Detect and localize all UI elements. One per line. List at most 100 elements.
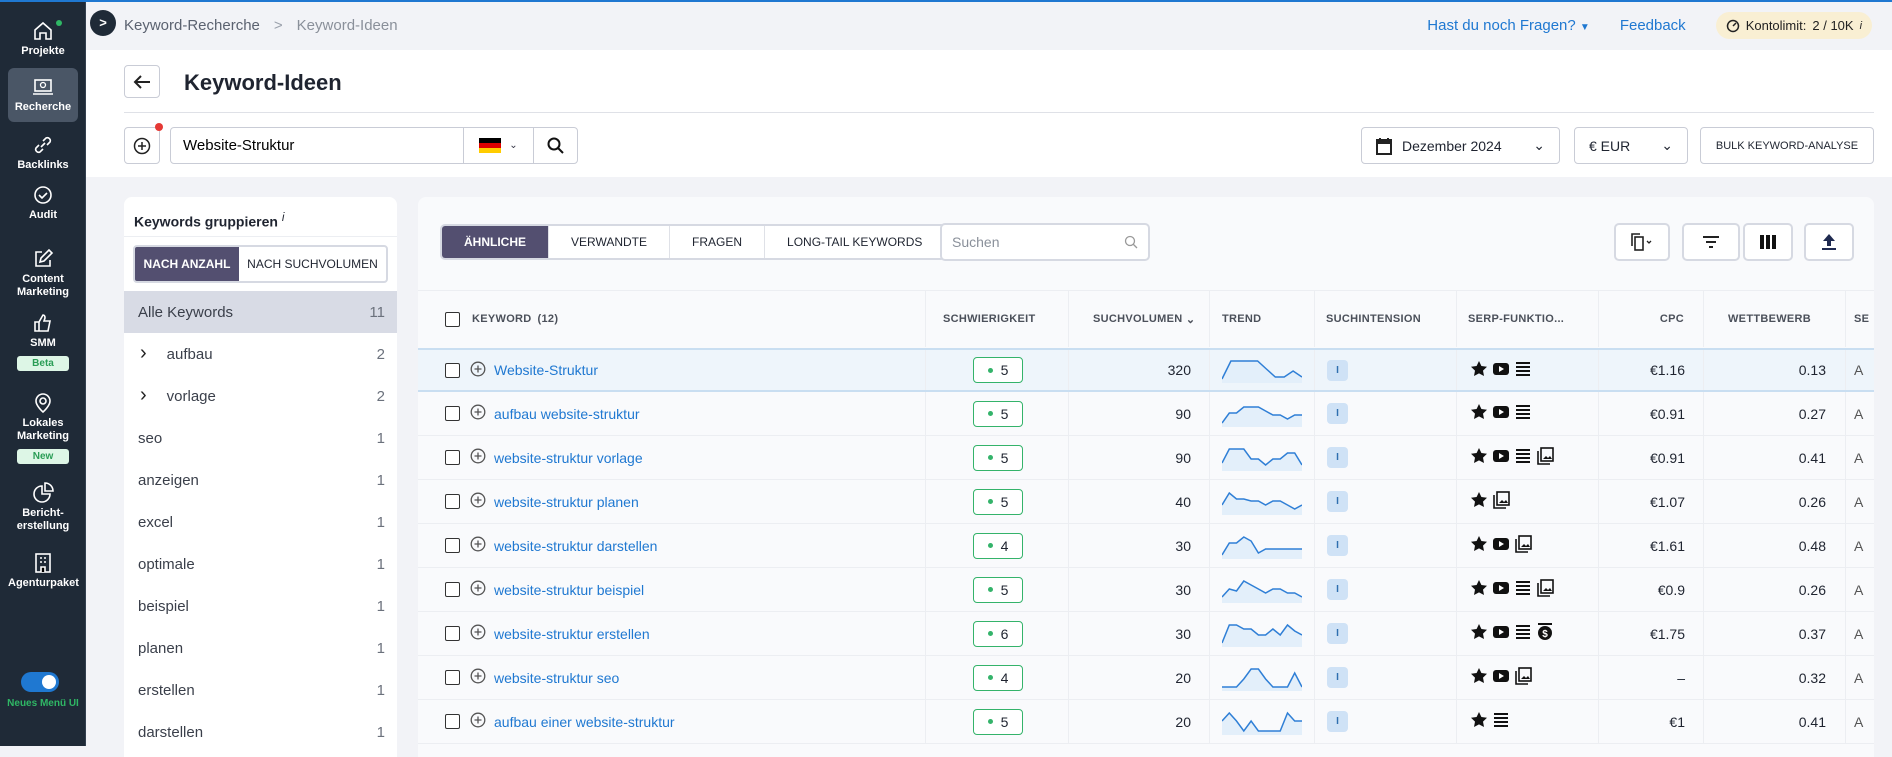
- keyword-link[interactable]: aufbau einer website-struktur: [494, 714, 675, 730]
- group-item[interactable]: erstellen 1: [124, 669, 397, 711]
- nav-item-backlinks[interactable]: Backlinks: [8, 130, 78, 176]
- keyword-link[interactable]: website-struktur darstellen: [494, 538, 657, 554]
- table-row[interactable]: website-struktur erstellen 6 30 I $ €1.75 0.37…: [418, 612, 1874, 656]
- help-dropdown[interactable]: Hast du noch Fragen? ▼: [1427, 17, 1590, 34]
- filter-button[interactable]: [1682, 223, 1740, 261]
- currency-value: € EUR: [1589, 137, 1631, 154]
- keyword-link[interactable]: website-struktur vorlage: [494, 450, 643, 466]
- table-search-field[interactable]: Suchen: [940, 223, 1150, 261]
- expand-sidebar-button[interactable]: >: [90, 10, 116, 36]
- table-row[interactable]: website-struktur seo 4 20 I – 0.32 A: [418, 656, 1874, 700]
- add-keyword-icon[interactable]: [470, 668, 486, 687]
- nav-item-recherche[interactable]: Recherche: [8, 68, 78, 122]
- row-checkbox[interactable]: [445, 494, 460, 509]
- nav-item-lokales-marketing[interactable]: Lokales Marketing New: [8, 388, 78, 468]
- nav-item-agenturpaket[interactable]: Agenturpaket: [8, 548, 79, 594]
- date-select[interactable]: Dezember 2024 ⌄: [1361, 127, 1560, 164]
- columns-button[interactable]: [1743, 223, 1793, 261]
- video-icon: [1492, 579, 1510, 600]
- table-row[interactable]: Website-Struktur 5 320 I €1.16 0.13 A: [418, 348, 1874, 392]
- group-item[interactable]: beispiel 1: [124, 585, 397, 627]
- trend-area: [1222, 580, 1302, 603]
- column-more[interactable]: SE: [1854, 291, 1869, 347]
- group-item[interactable]: optimale 1: [124, 543, 397, 585]
- table-row[interactable]: website-struktur planen 5 40 I €1.07 0.26 A: [418, 480, 1874, 524]
- nav-item-content-marketing[interactable]: Content Marketing: [8, 244, 78, 303]
- new-menu-toggle[interactable]: [21, 672, 59, 692]
- nav-item-smm[interactable]: SMM Beta: [8, 308, 78, 375]
- table-row[interactable]: aufbau website-struktur 5 90 I €0.91 0.27 A: [418, 392, 1874, 436]
- add-keyword-icon[interactable]: [470, 361, 486, 380]
- tab--hnliche[interactable]: ÄHNLICHE: [442, 226, 548, 258]
- select-all-checkbox[interactable]: [445, 311, 460, 327]
- add-keyword-icon[interactable]: [470, 404, 486, 423]
- table-row[interactable]: aufbau einer website-struktur 5 20 I €1 0.41 A: [418, 700, 1874, 744]
- add-keyword-icon[interactable]: [470, 492, 486, 511]
- table-row[interactable]: website-struktur beispiel 5 30 I €0.9 0.26 A: [418, 568, 1874, 612]
- row-checkbox[interactable]: [445, 626, 460, 641]
- add-keyword-button[interactable]: [124, 123, 163, 164]
- add-keyword-icon[interactable]: [470, 624, 486, 643]
- tab-fragen[interactable]: FRAGEN: [669, 226, 764, 258]
- row-checkbox[interactable]: [445, 670, 460, 685]
- column-keyword[interactable]: KEYWORD: [472, 313, 532, 325]
- group-item[interactable]: planen 1: [124, 627, 397, 669]
- mode-by-volume[interactable]: NACH SUCHVOLUMEN: [239, 247, 386, 281]
- keyword-link[interactable]: website-struktur seo: [494, 670, 619, 686]
- table-row[interactable]: website-struktur vorlage 5 90 I €0.91 0.41 A: [418, 436, 1874, 480]
- group-item[interactable]: Alle Keywords 11: [124, 291, 397, 333]
- currency-select[interactable]: € EUR ⌄: [1574, 127, 1688, 164]
- tab-verwandte[interactable]: VERWANDTE: [548, 226, 669, 258]
- difficulty-cell: 5: [973, 568, 1023, 611]
- add-keyword-icon[interactable]: [470, 536, 486, 555]
- chevron-right-icon[interactable]: ›: [138, 385, 147, 405]
- column-intent[interactable]: SUCHINTENSION: [1326, 291, 1421, 347]
- keyword-link[interactable]: website-struktur beispiel: [494, 582, 644, 598]
- feedback-link[interactable]: Feedback: [1620, 17, 1686, 34]
- row-checkbox[interactable]: [445, 406, 460, 421]
- column-volume[interactable]: SUCHVOLUMEN ⌄: [1093, 291, 1195, 347]
- row-checkbox[interactable]: [445, 538, 460, 553]
- group-item[interactable]: darstellen 1: [124, 711, 397, 753]
- group-item[interactable]: anzeigen 1: [124, 459, 397, 501]
- search-button[interactable]: [533, 128, 577, 163]
- back-button[interactable]: [124, 65, 160, 98]
- add-keyword-icon[interactable]: [470, 580, 486, 599]
- column-divider: [1068, 612, 1069, 655]
- nav-badge: Beta: [17, 356, 69, 371]
- country-select[interactable]: ⌄: [463, 128, 533, 163]
- column-trend[interactable]: TREND: [1222, 291, 1261, 347]
- breadcrumb-keyword-recherche[interactable]: Keyword-Recherche: [124, 17, 260, 34]
- column-serp-features[interactable]: SERP-FUNKTIO...: [1468, 291, 1564, 347]
- group-item[interactable]: excel 1: [124, 501, 397, 543]
- column-cpc[interactable]: CPC: [1648, 291, 1684, 347]
- keyword-link[interactable]: Website-Struktur: [494, 362, 598, 378]
- keyword-link[interactable]: aufbau website-struktur: [494, 406, 640, 422]
- group-item[interactable]: seo 1: [124, 417, 397, 459]
- row-checkbox[interactable]: [445, 714, 460, 729]
- keyword-link[interactable]: website-struktur planen: [494, 494, 639, 510]
- group-item[interactable]: › vorlage 2: [124, 375, 397, 417]
- row-checkbox[interactable]: [445, 450, 460, 465]
- group-item[interactable]: › aufbau 2: [124, 333, 397, 375]
- export-button[interactable]: [1804, 223, 1854, 261]
- bulk-keyword-analysis-button[interactable]: BULK KEYWORD-ANALYSE: [1700, 127, 1874, 164]
- tab-long-tail-keywords[interactable]: LONG-TAIL KEYWORDS: [764, 226, 944, 258]
- keyword-search-input[interactable]: [171, 128, 463, 163]
- copy-dropdown-button[interactable]: [1614, 223, 1670, 261]
- nav-item-projekte[interactable]: Projekte: [8, 16, 78, 62]
- keyword-link[interactable]: website-struktur erstellen: [494, 626, 650, 642]
- mode-by-count[interactable]: NACH ANZAHL: [135, 247, 239, 281]
- add-keyword-icon[interactable]: [470, 448, 486, 467]
- add-keyword-icon[interactable]: [470, 712, 486, 731]
- row-checkbox[interactable]: [445, 362, 460, 378]
- column-difficulty[interactable]: SCHWIERIGKEIT: [943, 291, 1036, 347]
- chevron-right-icon[interactable]: ›: [138, 343, 147, 363]
- row-checkbox[interactable]: [445, 582, 460, 597]
- table-row[interactable]: website-struktur darstellen 4 30 I €1.61 0.48…: [418, 524, 1874, 568]
- nav-item-bericht-erstellung[interactable]: Bericht-erstellung: [8, 478, 78, 537]
- account-limit-badge[interactable]: Kontolimit: 2 / 10K i: [1715, 12, 1872, 39]
- nav-item-audit[interactable]: Audit: [8, 180, 78, 226]
- column-competition[interactable]: WETTBEWERB: [1728, 291, 1811, 347]
- trend-cell: [1222, 568, 1302, 611]
